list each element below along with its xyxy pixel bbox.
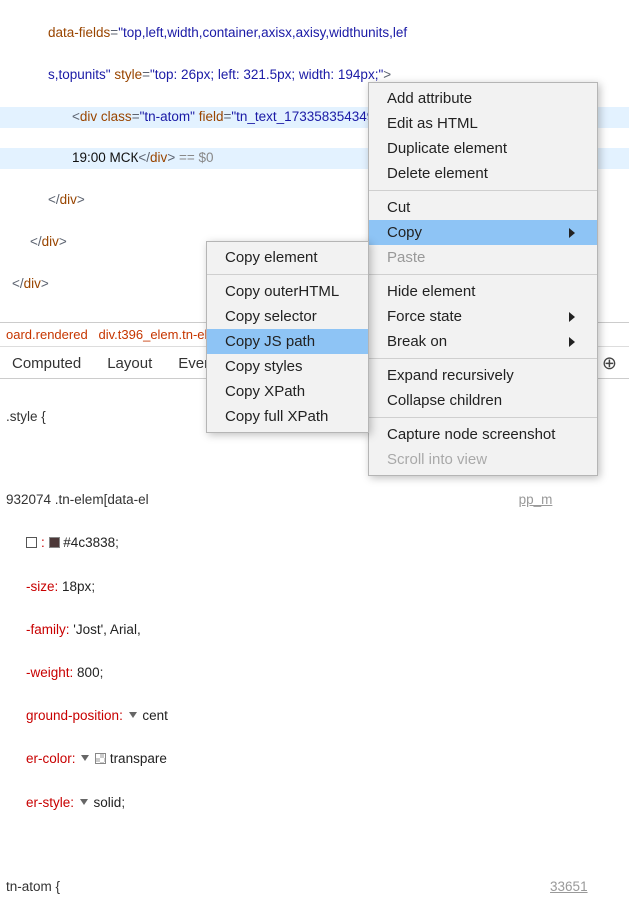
copy-submenu: Copy element Copy outerHTML Copy selecto… [206,241,369,433]
menu-copy[interactable]: Copy [369,220,597,245]
menu-expand-recursively[interactable]: Expand recursively [369,363,597,388]
color-swatch[interactable] [95,753,106,764]
expand-icon[interactable] [81,755,89,761]
submenu-copy-element[interactable]: Copy element [207,245,368,270]
color-swatch[interactable] [49,537,60,548]
menu-scroll-into-view[interactable]: Scroll into view [369,447,597,472]
source-link[interactable]: 33651 [550,879,588,894]
tab-layout[interactable]: Layout [107,355,152,372]
tab-computed[interactable]: Computed [12,355,81,372]
menu-capture-node-screenshot[interactable]: Capture node screenshot [369,422,597,447]
menu-cut[interactable]: Cut [369,195,597,220]
menu-hide-element[interactable]: Hide element [369,279,597,304]
submenu-copy-selector[interactable]: Copy selector [207,304,368,329]
expand-icon[interactable] [80,799,88,805]
menu-delete-element[interactable]: Delete element [369,161,597,186]
menu-collapse-children[interactable]: Collapse children [369,388,597,413]
submenu-copy-full-xpath[interactable]: Copy full XPath [207,404,368,429]
menu-add-attribute[interactable]: Add attribute [369,86,597,111]
menu-duplicate-element[interactable]: Duplicate element [369,136,597,161]
menu-force-state[interactable]: Force state [369,304,597,329]
menu-edit-as-html[interactable]: Edit as HTML [369,111,597,136]
chevron-right-icon [569,312,575,322]
new-style-icon[interactable]: ⊕ [602,353,617,374]
source-link[interactable]: pp_m [519,492,553,507]
menu-paste: Paste [369,245,597,270]
submenu-copy-xpath[interactable]: Copy XPath [207,379,368,404]
submenu-copy-styles[interactable]: Copy styles [207,354,368,379]
menu-break-on[interactable]: Break on [369,329,597,354]
crumb-item[interactable]: oard.rendered [6,327,88,342]
submenu-copy-outerhtml[interactable]: Copy outerHTML [207,279,368,304]
chevron-right-icon [569,228,575,238]
chevron-right-icon [569,337,575,347]
context-menu: Add attribute Edit as HTML Duplicate ele… [368,82,598,476]
expand-icon[interactable] [129,712,137,718]
submenu-copy-js-path[interactable]: Copy JS path [207,329,368,354]
